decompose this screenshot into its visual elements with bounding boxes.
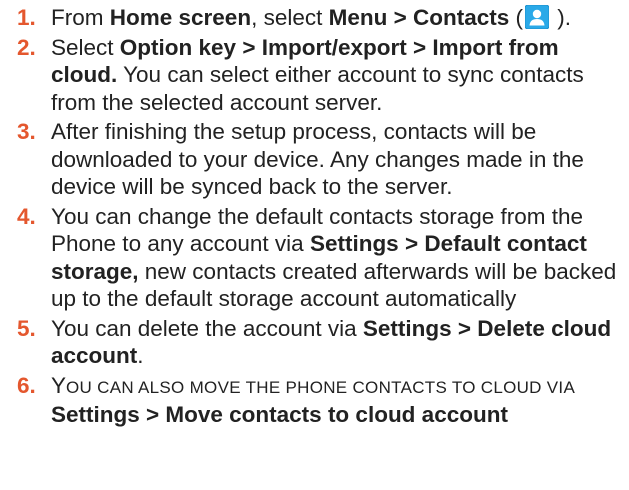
step-number: 2. bbox=[17, 34, 36, 60]
step-text: Y bbox=[51, 372, 67, 398]
step-item: 1. From Home screen, select Menu > Contac… bbox=[0, 4, 629, 32]
step-text: You can select either account to sync co… bbox=[51, 62, 584, 115]
step-text: Select bbox=[51, 34, 120, 60]
step-bold-text: Home screen bbox=[109, 5, 252, 30]
step-item: 2. Select Option key > Import/export > Im… bbox=[0, 34, 629, 117]
step-item: 6. YOU CAN ALSO MOVE THE PHONE CONTACTS T… bbox=[0, 372, 629, 429]
step-text: . bbox=[137, 343, 144, 368]
step-bold-text: Menu > Contacts bbox=[328, 5, 510, 30]
step-number: 3. bbox=[17, 119, 36, 144]
step-item: 5. You can delete the account via Setting… bbox=[0, 315, 629, 370]
step-item: 3. After finishing the setup process, con… bbox=[0, 118, 629, 201]
step-item: 4. You can change the default contacts st… bbox=[0, 203, 629, 313]
step-text: After finishing the setup process, conta… bbox=[51, 119, 584, 199]
step-number: 4. bbox=[17, 203, 36, 229]
step-text: , select bbox=[251, 5, 329, 30]
step-number: 6. bbox=[17, 372, 36, 398]
step-text: You can delete the account via bbox=[51, 315, 363, 341]
step-text: From bbox=[51, 5, 110, 30]
instruction-list: 1. From Home screen, select Menu > Contac… bbox=[0, 0, 629, 429]
step-text: ). bbox=[551, 5, 572, 30]
step-text: ( bbox=[509, 5, 524, 30]
step-bold-text: Settings > Move contacts to cloud accoun… bbox=[51, 402, 508, 427]
step-text: OU CAN ALSO MOVE THE PHONE CONTACTS TO C… bbox=[66, 377, 575, 397]
contacts-app-icon bbox=[524, 4, 550, 30]
step-number: 5. bbox=[17, 315, 36, 341]
step-number: 1. bbox=[17, 5, 36, 30]
